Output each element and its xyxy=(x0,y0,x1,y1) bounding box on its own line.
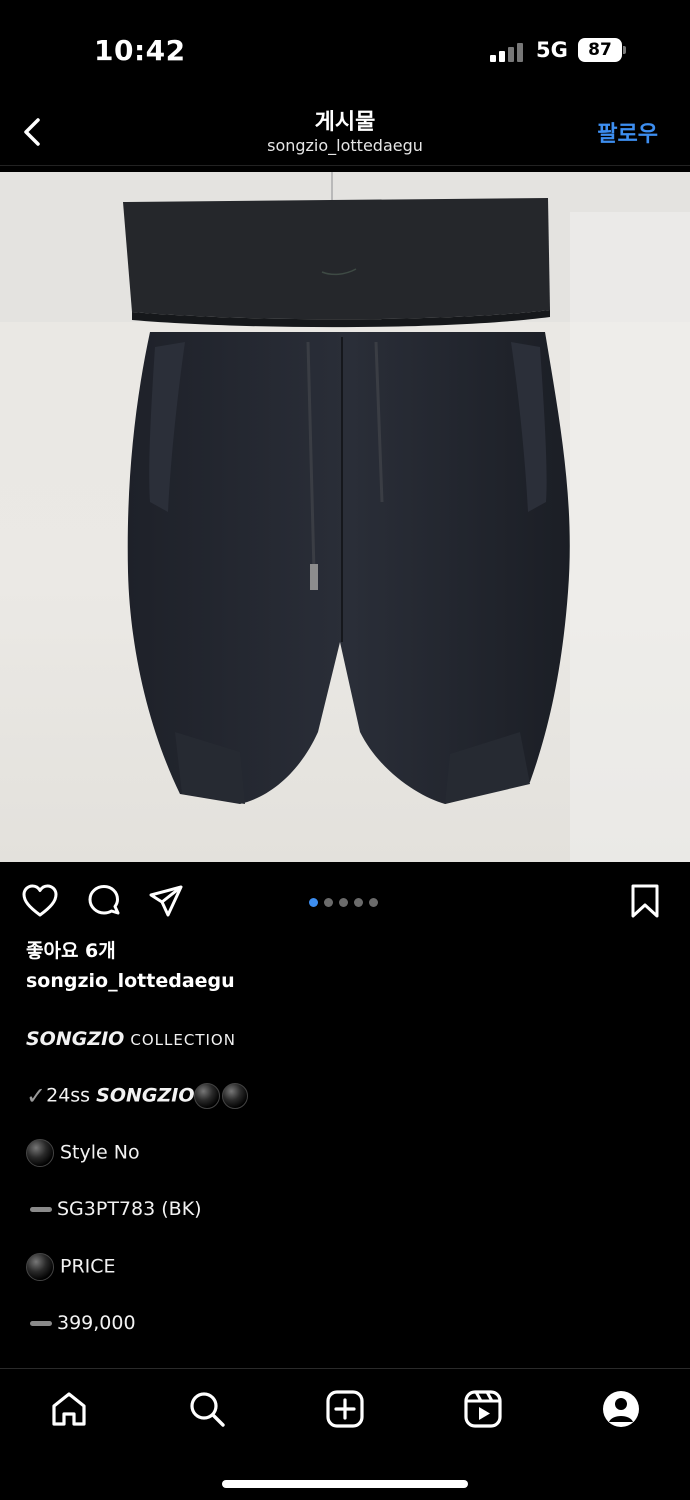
battery-tip xyxy=(623,46,626,54)
checkmark-icon: ✓ xyxy=(26,1082,47,1110)
black-circle-icon xyxy=(194,1083,221,1109)
carousel-indicator xyxy=(309,892,384,907)
share-icon[interactable] xyxy=(147,882,185,920)
cellular-signal-icon xyxy=(490,42,524,62)
caption-price-value: 399,000 xyxy=(57,1312,136,1334)
carousel-dot-2 xyxy=(324,898,333,907)
black-circle-icon xyxy=(26,1253,54,1281)
search-icon[interactable] xyxy=(187,1389,227,1429)
dash-icon xyxy=(30,1321,52,1326)
caption-line-style-label: Style No xyxy=(26,1139,140,1167)
caption-style-value: SG3PT783 (BK) xyxy=(57,1198,202,1220)
battery-icon: 87 xyxy=(578,38,622,62)
caption-line-price-value: 399,000 xyxy=(26,1312,136,1334)
caption-line-brand: SONGZIO COLLECTION xyxy=(26,1028,236,1050)
network-type: 5G xyxy=(536,38,568,62)
home-icon[interactable] xyxy=(49,1389,89,1429)
bookmark-icon[interactable] xyxy=(626,882,664,920)
black-circle-icon xyxy=(26,1139,54,1167)
carousel-dot-3 xyxy=(339,898,348,907)
header-username[interactable]: songzio_lottedaegu xyxy=(0,136,690,155)
profile-icon[interactable] xyxy=(601,1389,641,1429)
page-title: 게시물 xyxy=(314,110,376,135)
status-bar: 10:42 5G 87 xyxy=(0,0,690,100)
caption-season: 24ss xyxy=(46,1084,91,1107)
comment-icon[interactable] xyxy=(85,882,123,920)
caption-price-label: PRICE xyxy=(60,1255,116,1278)
caption-author[interactable]: songzio_lottedaegu xyxy=(26,970,235,992)
create-icon[interactable] xyxy=(325,1389,365,1429)
reels-icon[interactable] xyxy=(463,1389,503,1429)
caption-collection: COLLECTION xyxy=(130,1031,236,1049)
carousel-dot-4 xyxy=(354,898,363,907)
carousel-dot-1 xyxy=(309,898,318,907)
heart-icon[interactable] xyxy=(21,882,59,920)
post-image[interactable] xyxy=(0,172,690,862)
caption-line-season: ✓24ss SONGZIO xyxy=(26,1082,250,1110)
home-indicator[interactable] xyxy=(222,1480,468,1488)
caption-line-style-value: SG3PT783 (BK) xyxy=(26,1198,202,1220)
caption-season-brand: SONGZIO xyxy=(96,1084,195,1107)
carousel-dot-5 xyxy=(369,898,378,907)
caption-line-price-label: PRICE xyxy=(26,1253,116,1281)
follow-button[interactable]: 팔로우 xyxy=(597,116,658,148)
post-header: 게시물 songzio_lottedaegu 팔로우 xyxy=(0,100,690,166)
black-circle-icon xyxy=(222,1083,249,1109)
likes-count[interactable]: 좋아요 6개 xyxy=(26,936,116,963)
dash-icon xyxy=(30,1207,52,1212)
clock: 10:42 xyxy=(94,34,186,67)
caption-style-label: Style No xyxy=(60,1141,140,1164)
caption-brand: SONGZIO xyxy=(26,1028,125,1050)
